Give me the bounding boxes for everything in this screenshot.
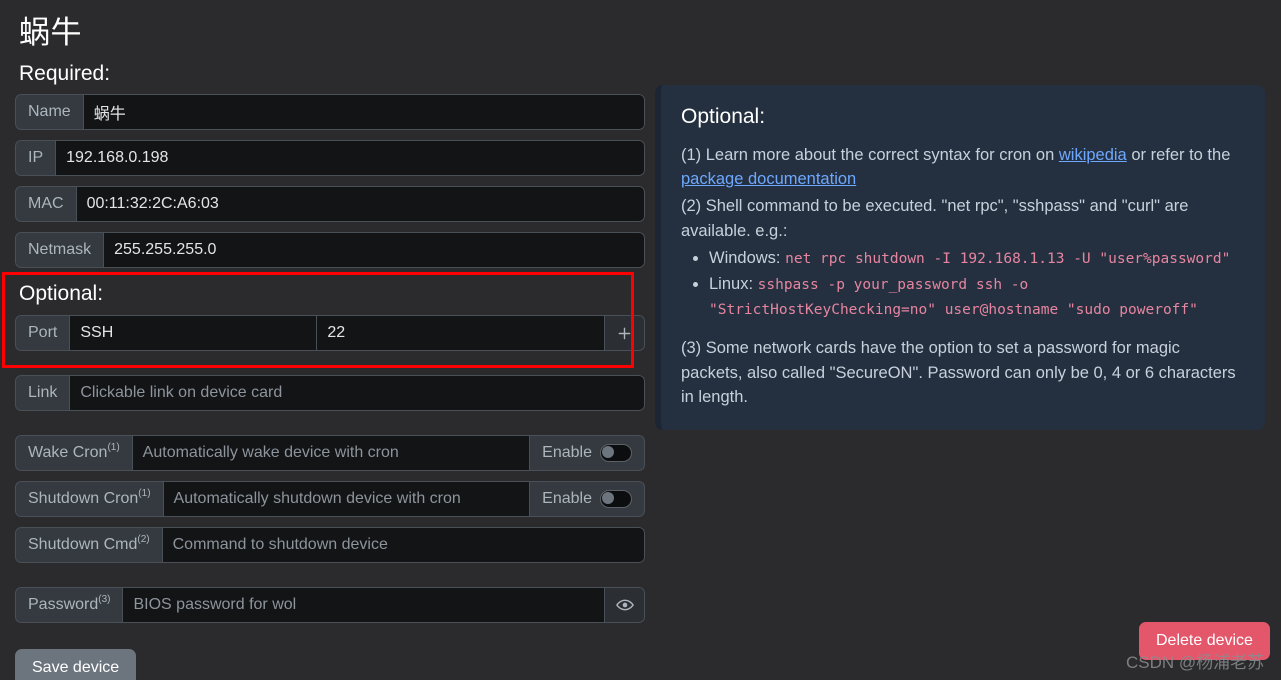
info-panel-heading: Optional:: [681, 105, 766, 128]
add-port-button[interactable]: [605, 315, 645, 351]
device-edit-page: 蜗牛 Required: Name 蜗牛 IP 192.168.0.198 MA…: [0, 0, 1281, 680]
info-note-1-prefix: (1) Learn more about the correct syntax …: [681, 145, 1059, 164]
label-shutdown-cron: Shutdown Cron (1): [15, 481, 164, 517]
input-link[interactable]: Clickable link on device card: [70, 375, 645, 411]
label-wake-cron: Wake Cron (1): [15, 435, 133, 471]
label-port: Port: [15, 315, 71, 351]
field-row-shutdown-cron: Shutdown Cron (1) Automatically shutdown …: [15, 481, 645, 517]
optional-extra-fields: Link Clickable link on device card Wake …: [15, 375, 645, 680]
label-shutdown-cron-text: Shutdown Cron: [28, 490, 139, 507]
label-mac: MAC: [15, 186, 77, 223]
input-name[interactable]: 蜗牛: [83, 94, 645, 131]
save-device-button[interactable]: Save device: [15, 649, 137, 680]
toggle-wake-cron[interactable]: Enable: [530, 435, 645, 471]
input-wake-cron[interactable]: Automatically wake device with cron: [132, 435, 531, 471]
label-name: Name: [15, 94, 84, 131]
info-note-1: (1) Learn more about the correct syntax …: [681, 143, 1243, 193]
delete-device-button[interactable]: Delete device: [1139, 622, 1270, 660]
package-documentation-link[interactable]: package documentation: [681, 170, 856, 188]
info-command-examples: Windows: net rpc shutdown -I 192.168.1.1…: [681, 246, 1243, 322]
example-code-linux: sshpass -p your_password ssh -o "StrictH…: [709, 277, 1198, 318]
input-mac[interactable]: 00:11:32:2C:A6:03: [76, 186, 645, 223]
label-shutdown-cmd-text: Shutdown Cmd: [28, 536, 138, 553]
label-link: Link: [15, 375, 71, 411]
optional-section: Optional: Port SSH 22: [15, 282, 645, 361]
input-netmask[interactable]: 255.255.255.0: [104, 232, 645, 269]
label-shutdown-cmd: Shutdown Cmd (2): [15, 527, 163, 563]
toggle-shutdown-cron-label: Enable: [542, 490, 592, 507]
field-row-shutdown-cmd: Shutdown Cmd (2) Command to shutdown devi…: [15, 527, 645, 563]
example-os-linux: Linux:: [709, 275, 758, 294]
row-spacer: [15, 573, 645, 587]
label-ip: IP: [15, 140, 57, 177]
field-row-password: Password (3) BIOS password for wol: [15, 587, 645, 623]
input-password[interactable]: BIOS password for wol: [123, 587, 605, 623]
page-title: 蜗牛: [19, 15, 82, 50]
switch-knob: [602, 446, 614, 458]
label-wake-cron-text: Wake Cron: [28, 444, 108, 461]
row-spacer: [15, 421, 645, 435]
toggle-shutdown-cron[interactable]: Enable: [530, 481, 645, 517]
input-shutdown-cron[interactable]: Automatically shutdown device with cron: [163, 481, 531, 517]
optional-info-panel: Optional: (1) Learn more about the corre…: [655, 85, 1265, 430]
switch-knob: [602, 492, 614, 504]
field-row-netmask: Netmask 255.255.255.0: [15, 232, 645, 269]
label-netmask: Netmask: [15, 232, 105, 269]
switch-shutdown-cron[interactable]: [600, 490, 632, 508]
info-note-1-middle: or refer to the: [1126, 145, 1231, 164]
field-row-ip: IP 192.168.0.198: [15, 140, 645, 177]
list-item: Linux: sshpass -p your_password ssh -o "…: [709, 272, 1243, 322]
toggle-password-visibility-button[interactable]: [605, 587, 645, 623]
input-port-number[interactable]: 22: [317, 315, 605, 351]
plus-icon: [617, 326, 632, 341]
input-shutdown-cmd[interactable]: Command to shutdown device: [162, 527, 645, 563]
field-row-name: Name 蜗牛: [15, 94, 645, 131]
required-section-heading: Required:: [19, 62, 111, 86]
wikipedia-link[interactable]: wikipedia: [1059, 146, 1127, 164]
label-password-text: Password: [28, 596, 99, 613]
device-form-column: 蜗牛 Required: Name 蜗牛 IP 192.168.0.198 MA…: [15, 0, 645, 278]
label-password: Password (3): [15, 587, 124, 623]
field-row-link: Link Clickable link on device card: [15, 375, 645, 411]
switch-wake-cron[interactable]: [600, 444, 632, 462]
info-note-3: (3) Some network cards have the option t…: [681, 338, 1236, 407]
optional-section-heading: Optional:: [19, 282, 104, 305]
field-row-port: Port SSH 22: [15, 315, 645, 351]
list-item: Windows: net rpc shutdown -I 192.168.1.1…: [709, 246, 1243, 271]
info-note-2: (2) Shell command to be executed. "net r…: [681, 197, 1189, 240]
toggle-wake-cron-label: Enable: [542, 444, 592, 461]
example-code-windows: net rpc shutdown -I 192.168.1.13 -U "use…: [785, 250, 1231, 267]
input-ip[interactable]: 192.168.0.198: [56, 140, 645, 177]
field-row-mac: MAC 00:11:32:2C:A6:03: [15, 186, 645, 223]
field-row-wake-cron: Wake Cron (1) Automatically wake device w…: [15, 435, 645, 471]
eye-icon: [615, 598, 634, 612]
example-os-windows: Windows:: [709, 248, 786, 267]
input-port-name[interactable]: SSH: [70, 315, 318, 351]
